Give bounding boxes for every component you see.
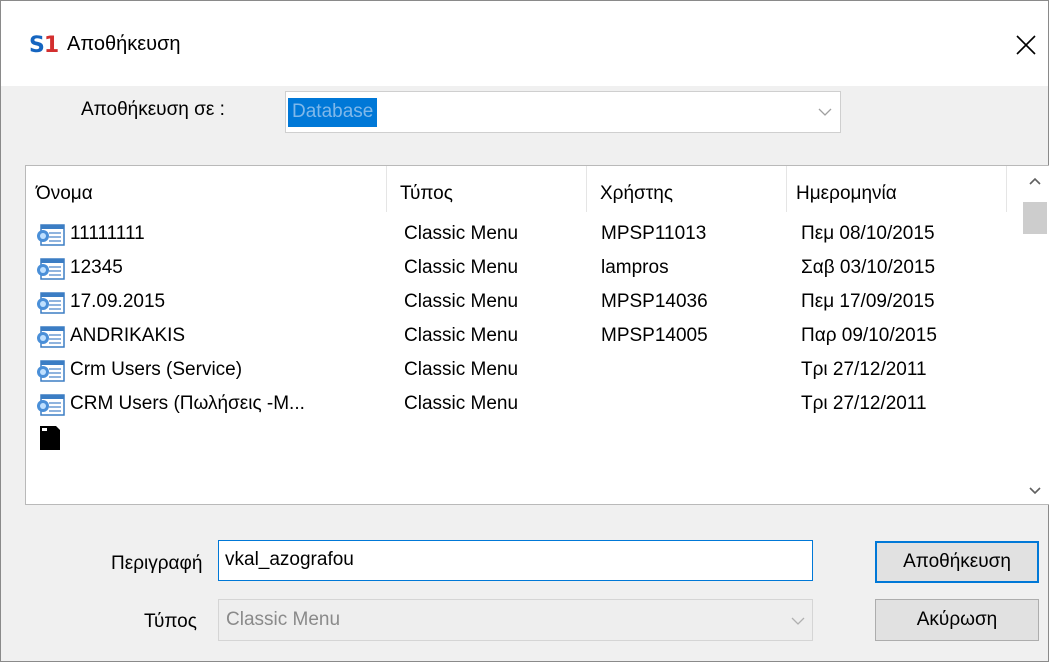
- row-user: MPSP11013: [601, 223, 707, 244]
- menu-file-icon: [37, 224, 65, 246]
- scrollbar-thumb[interactable]: [1023, 202, 1047, 234]
- type-value: Classic Menu: [226, 609, 341, 630]
- window-title: Αποθήκευση: [67, 33, 181, 55]
- save-button[interactable]: Αποθήκευση: [875, 541, 1039, 583]
- menu-file-icon: [37, 258, 65, 280]
- save-in-dropdown[interactable]: Database: [285, 91, 841, 133]
- column-divider[interactable]: [586, 166, 587, 212]
- row-date: Τρι 27/12/2011: [801, 359, 927, 380]
- row-date: Πεμ 08/10/2015: [801, 223, 935, 244]
- menu-file-icon: [37, 292, 65, 314]
- menu-file-icon: [37, 326, 65, 348]
- save-in-value: Database: [288, 98, 378, 127]
- cancel-button[interactable]: Ακύρωση: [875, 599, 1039, 641]
- table-row[interactable]: Crm Users (Service) Classic Menu Τρι 27/…: [34, 353, 1029, 387]
- table-row[interactable]: 17.09.2015 Classic Menu MPSP14036 Πεμ 17…: [34, 285, 1029, 319]
- row-date: Παρ 09/10/2015: [801, 325, 937, 346]
- column-header-type[interactable]: Τύπος: [400, 176, 453, 212]
- row-name: ANDRIKAKIS: [70, 325, 186, 346]
- row-type: Classic Menu: [404, 291, 519, 312]
- row-type: Classic Menu: [404, 223, 519, 244]
- close-icon: [1016, 35, 1036, 55]
- table-row[interactable]: [34, 421, 1029, 455]
- type-label: Τύπος: [144, 611, 197, 632]
- row-name: Crm Users (Service): [70, 359, 243, 380]
- save-dialog: S1 Αποθήκευση Αποθήκευση σε : Database Ό…: [0, 0, 1049, 662]
- description-label: Περιγραφή: [111, 553, 203, 574]
- row-name: 12345: [70, 257, 123, 278]
- row-type: Classic Menu: [404, 325, 519, 346]
- title-bar: S1 Αποθήκευση: [1, 1, 1048, 86]
- row-type: Classic Menu: [404, 393, 519, 414]
- table-row[interactable]: 12345 Classic Menu lampros Σαβ 03/10/201…: [34, 251, 1029, 285]
- menu-file-icon: [37, 360, 65, 382]
- row-type: Classic Menu: [404, 359, 519, 380]
- close-button[interactable]: [1004, 25, 1048, 65]
- table-row[interactable]: ANDRIKAKIS Classic Menu MPSP14005 Παρ 09…: [34, 319, 1029, 353]
- row-user: MPSP14036: [601, 291, 708, 312]
- description-input[interactable]: vkal_azografou: [218, 540, 813, 581]
- column-divider[interactable]: [786, 166, 787, 212]
- type-dropdown[interactable]: Classic Menu: [218, 599, 813, 641]
- row-name: 17.09.2015: [70, 291, 166, 312]
- row-type: Classic Menu: [404, 257, 519, 278]
- row-date: Σαβ 03/10/2015: [801, 257, 936, 278]
- file-list[interactable]: Όνομα Τύπος Χρήστης Ημερομηνία 11111111 …: [25, 165, 1049, 505]
- table-row[interactable]: 11111111 Classic Menu MPSP11013 Πεμ 08/1…: [34, 217, 1029, 251]
- row-user: lampros: [601, 257, 669, 278]
- save-in-label: Αποθήκευση σε :: [81, 99, 225, 120]
- column-divider[interactable]: [386, 166, 387, 212]
- vertical-scrollbar[interactable]: [1022, 166, 1049, 504]
- scroll-down-arrow-icon[interactable]: [1028, 486, 1042, 496]
- row-name: 11111111: [70, 223, 145, 244]
- menu-file-icon: [37, 394, 65, 416]
- table-row[interactable]: CRM Users (Πωλήσεις -Μ... Classic Menu Τ…: [34, 387, 1029, 421]
- column-header-name[interactable]: Όνομα: [36, 176, 93, 212]
- app-logo-icon: S1: [29, 33, 59, 58]
- column-header-date[interactable]: Ημερομηνία: [796, 176, 897, 212]
- row-user: MPSP14005: [601, 325, 708, 346]
- black-document-icon: [40, 426, 60, 450]
- column-header-user[interactable]: Χρήστης: [600, 176, 673, 212]
- row-date: Πεμ 17/09/2015: [801, 291, 935, 312]
- scroll-up-arrow-icon[interactable]: [1028, 176, 1042, 186]
- chevron-down-icon[interactable]: [791, 614, 805, 628]
- row-date: Τρι 27/12/2011: [801, 393, 927, 414]
- chevron-down-icon[interactable]: [818, 105, 832, 119]
- column-divider[interactable]: [1006, 166, 1007, 212]
- row-name: CRM Users (Πωλήσεις -Μ...: [70, 393, 305, 414]
